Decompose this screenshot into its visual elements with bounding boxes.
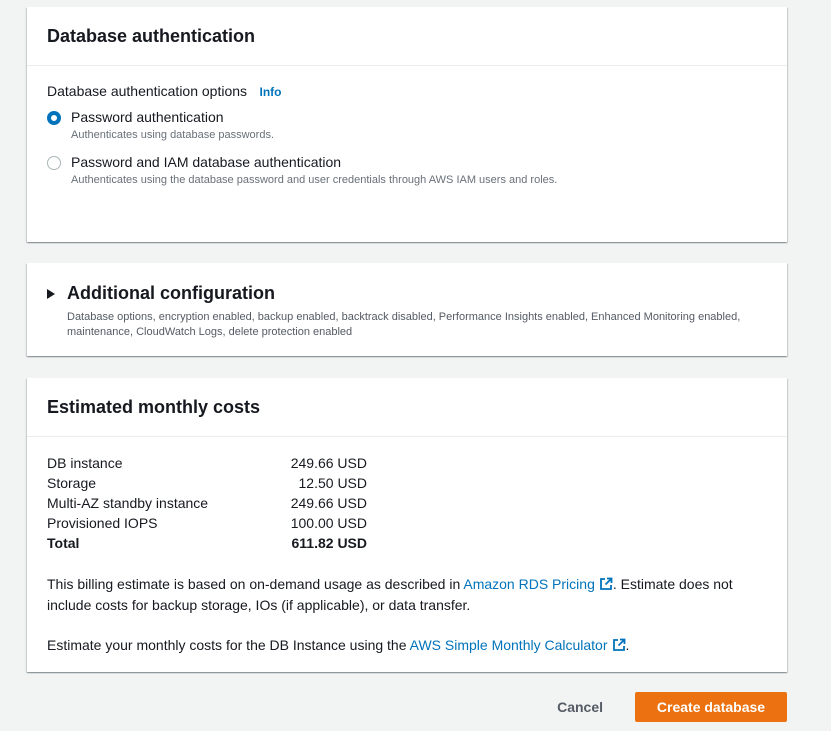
- calculator-text-start: Estimate your monthly costs for the DB I…: [47, 637, 410, 653]
- additional-configuration-toggle[interactable]: Additional configuration: [47, 283, 767, 304]
- billing-text: This billing estimate is based on on-dem…: [47, 576, 464, 592]
- radio-button[interactable]: [47, 156, 61, 170]
- panel-title: Estimated monthly costs: [47, 396, 261, 417]
- radio-description: Authenticates using database passwords.: [71, 129, 275, 141]
- calculator-text-end: .: [625, 637, 630, 653]
- caret-right-icon[interactable]: [47, 288, 55, 299]
- info-link[interactable]: Info: [260, 85, 282, 99]
- cost-name: DB instance: [47, 455, 123, 471]
- additional-configuration-panel: Additional configuration Database option…: [27, 263, 787, 356]
- auth-options-label: Database authentication options: [47, 83, 248, 99]
- create-database-button[interactable]: Create database: [635, 692, 787, 722]
- panel-header: Database authentication: [27, 7, 787, 66]
- table-row: DB instance 249.66 USD: [47, 453, 367, 473]
- cost-table: DB instance 249.66 USD Storage 12.50 USD…: [47, 453, 367, 553]
- external-link-icon[interactable]: [599, 577, 613, 591]
- radio-label: Password authentication: [71, 109, 224, 125]
- radio-button-selected[interactable]: [47, 111, 61, 125]
- estimated-costs-panel: Estimated monthly costs DB instance 249.…: [27, 378, 787, 672]
- table-row: Storage 12.50 USD: [47, 473, 367, 493]
- radio-description: Authenticates using the database passwor…: [71, 174, 558, 186]
- total-value: 611.82 USD: [291, 535, 368, 551]
- calculator-text: Estimate your monthly costs for the DB I…: [47, 635, 767, 656]
- radio-label: Password and IAM database authentication: [71, 154, 342, 170]
- billing-estimate-text: This billing estimate is based on on-dem…: [47, 574, 767, 616]
- external-link-icon[interactable]: [612, 638, 626, 652]
- cost-value: 100.00 USD: [290, 515, 367, 531]
- table-row: Multi-AZ standby instance 249.66 USD: [47, 493, 367, 513]
- radio-option-password[interactable]: Password authentication Authenticates us…: [47, 109, 767, 143]
- amazon-rds-pricing-link[interactable]: Amazon RDS Pricing: [463, 576, 595, 592]
- aws-simple-monthly-calculator-link[interactable]: AWS Simple Monthly Calculator: [410, 637, 608, 653]
- table-row: Provisioned IOPS 100.00 USD: [47, 513, 367, 533]
- total-label: Total: [47, 535, 80, 551]
- radio-option-password-iam[interactable]: Password and IAM database authentication…: [47, 154, 767, 188]
- total-row: Total 611.82 USD: [47, 533, 367, 553]
- additional-configuration-title[interactable]: Additional configuration: [67, 283, 275, 304]
- cost-value: 249.66 USD: [290, 455, 367, 471]
- cost-name: Multi-AZ standby instance: [47, 495, 209, 511]
- cancel-button[interactable]: Cancel: [537, 692, 623, 722]
- cost-value: 249.66 USD: [290, 495, 367, 511]
- panel-header: Estimated monthly costs: [27, 378, 787, 437]
- cost-value: 12.50 USD: [298, 475, 367, 491]
- panel-title: Database authentication: [47, 25, 256, 46]
- cost-name: Storage: [47, 475, 97, 491]
- additional-configuration-description: Database options, encryption enabled, ba…: [67, 311, 741, 338]
- cost-name: Provisioned IOPS: [47, 515, 158, 531]
- database-authentication-panel: Database authentication Database authent…: [27, 7, 787, 242]
- form-actions: Cancel Create database: [537, 692, 787, 722]
